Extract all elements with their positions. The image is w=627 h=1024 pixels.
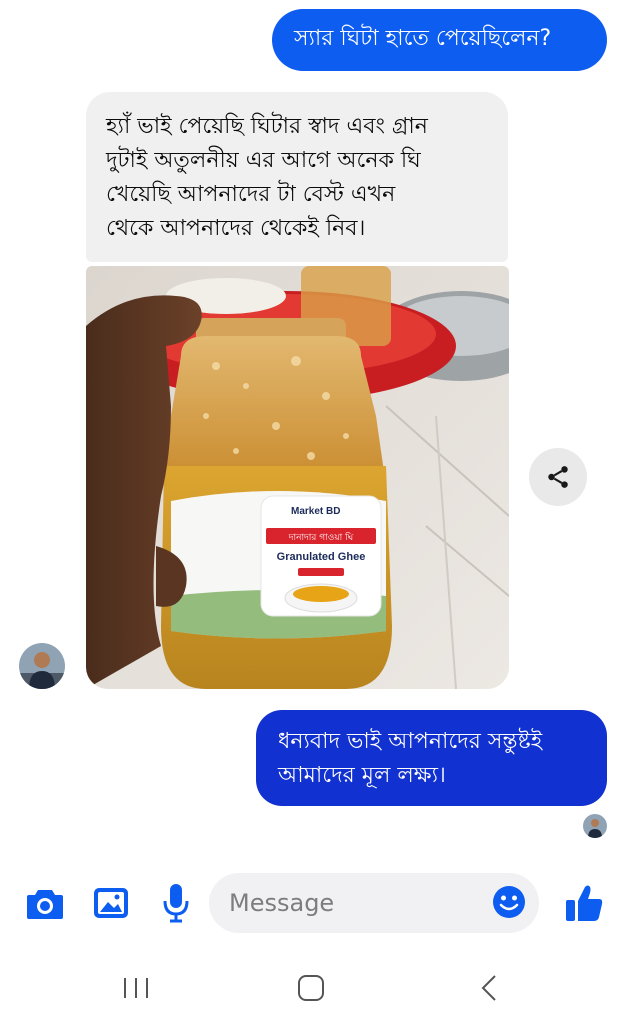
jar-bangla-name: দানাদার গাওয়া ঘি bbox=[288, 532, 354, 543]
message-text-line: থেকে আপনাদের থেকেই নিব। bbox=[106, 216, 366, 241]
emoji-icon bbox=[493, 886, 525, 918]
recent-apps-icon bbox=[124, 978, 148, 998]
message-text-line: স্যার ঘিটা হাতে পেয়েছিলেন? bbox=[294, 26, 552, 51]
seen-receipt-avatar bbox=[583, 814, 607, 838]
message-text-line: আমাদের মূল লক্ষ্য। bbox=[278, 763, 446, 788]
voice-message-button[interactable] bbox=[158, 882, 194, 924]
message-text-line: খেয়েছি আপনাদের টা বেস্ট এখন bbox=[106, 182, 396, 207]
outgoing-message-bubble[interactable]: ধন্যবাদ ভাই আপনাদের সন্তুষ্টই আমাদের মূল… bbox=[256, 710, 607, 806]
seen-avatar-image bbox=[583, 814, 607, 838]
recent-apps-button[interactable] bbox=[112, 968, 160, 1008]
back-icon bbox=[481, 975, 496, 1001]
jar-english-name: Granulated Ghee bbox=[277, 551, 366, 563]
camera-icon bbox=[27, 890, 63, 919]
message-text-line: ধন্যবাদ ভাই আপনাদের সন্তুষ্টই bbox=[278, 729, 543, 754]
camera-button[interactable] bbox=[25, 885, 65, 923]
jar-brand-text: Market BD bbox=[291, 506, 340, 517]
gallery-icon bbox=[94, 888, 128, 918]
share-icon bbox=[548, 466, 568, 488]
like-button[interactable] bbox=[562, 880, 606, 926]
message-text-line: হ্যাঁ ভাই পেয়েছি ঘিটার স্বাদ এবং গ্রান bbox=[106, 114, 428, 139]
message-text-line: দুটাই অতুলনীয় এর আগে অনেক ঘি bbox=[106, 148, 421, 173]
avatar-image bbox=[19, 643, 65, 689]
gallery-button[interactable] bbox=[91, 884, 131, 922]
incoming-message-bubble[interactable]: হ্যাঁ ভাই পেয়েছি ঘিটার স্বাদ এবং গ্রান … bbox=[86, 92, 508, 262]
outgoing-message-bubble[interactable]: স্যার ঘিটা হাতে পেয়েছিলেন? bbox=[272, 9, 607, 71]
emoji-button[interactable] bbox=[491, 884, 527, 920]
back-button[interactable] bbox=[465, 968, 513, 1008]
home-icon bbox=[298, 975, 324, 1001]
microphone-icon bbox=[163, 884, 189, 923]
share-button[interactable] bbox=[529, 448, 587, 506]
contact-avatar[interactable] bbox=[19, 643, 65, 689]
photo-attachment[interactable]: Market BD দানাদার গাওয়া ঘি Granulated G… bbox=[86, 266, 509, 689]
home-button[interactable] bbox=[287, 968, 335, 1008]
ghee-jar-photo: Market BD দানাদার গাওয়া ঘি Granulated G… bbox=[86, 266, 509, 689]
thumbs-up-icon bbox=[566, 885, 603, 921]
message-input[interactable] bbox=[209, 873, 539, 933]
